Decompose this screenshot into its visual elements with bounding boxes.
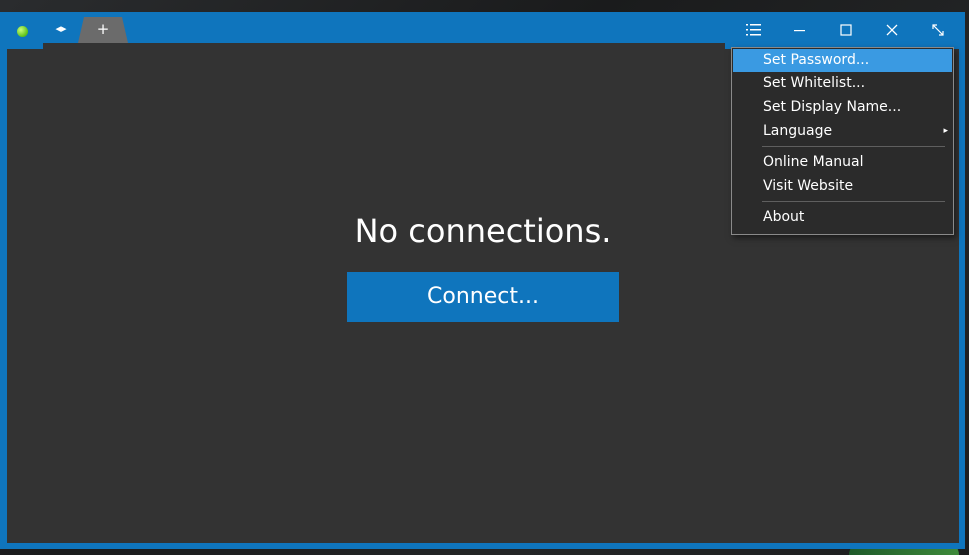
menu-list-icon[interactable]: [737, 18, 769, 42]
menu-separator: [762, 146, 945, 147]
menu-item-label: Set Whitelist...: [763, 75, 866, 91]
tab-scroll-arrows-icon[interactable]: ◂▸: [50, 20, 72, 38]
menu-item-label: Online Manual: [763, 154, 864, 170]
submenu-arrow-icon: ▸: [943, 126, 948, 136]
plus-icon: +: [96, 20, 110, 38]
title-bar: ◂▸ +: [0, 12, 965, 43]
maximize-icon[interactable]: [830, 18, 862, 42]
menu-item-label: Set Password...: [763, 52, 870, 68]
connect-button[interactable]: Connect...: [347, 272, 619, 322]
menu-item-online-manual[interactable]: Online Manual: [733, 151, 952, 174]
menu-item-label: Set Display Name...: [763, 99, 902, 115]
close-icon[interactable]: [876, 18, 908, 42]
menu-item-visit-website[interactable]: Visit Website: [733, 175, 952, 198]
menu-item-label: About: [763, 209, 805, 225]
add-tab-button[interactable]: +: [78, 17, 128, 43]
menu-separator: [762, 201, 945, 202]
fullscreen-icon[interactable]: [922, 18, 954, 42]
tab-strip-accent: [7, 43, 43, 49]
menu-item-set-password[interactable]: Set Password...: [733, 49, 952, 72]
menu-item-about[interactable]: About: [733, 206, 952, 229]
menu-item-language[interactable]: Language ▸: [733, 120, 952, 143]
menu-item-set-display-name[interactable]: Set Display Name...: [733, 96, 952, 119]
settings-dropdown-menu: Set Password... Set Whitelist... Set Dis…: [731, 47, 954, 235]
connection-status-icon: [17, 26, 28, 37]
minimize-icon[interactable]: [784, 18, 816, 42]
menu-item-set-whitelist[interactable]: Set Whitelist...: [733, 72, 952, 95]
menu-item-label: Visit Website: [763, 178, 854, 194]
menu-item-label: Language: [763, 123, 833, 139]
